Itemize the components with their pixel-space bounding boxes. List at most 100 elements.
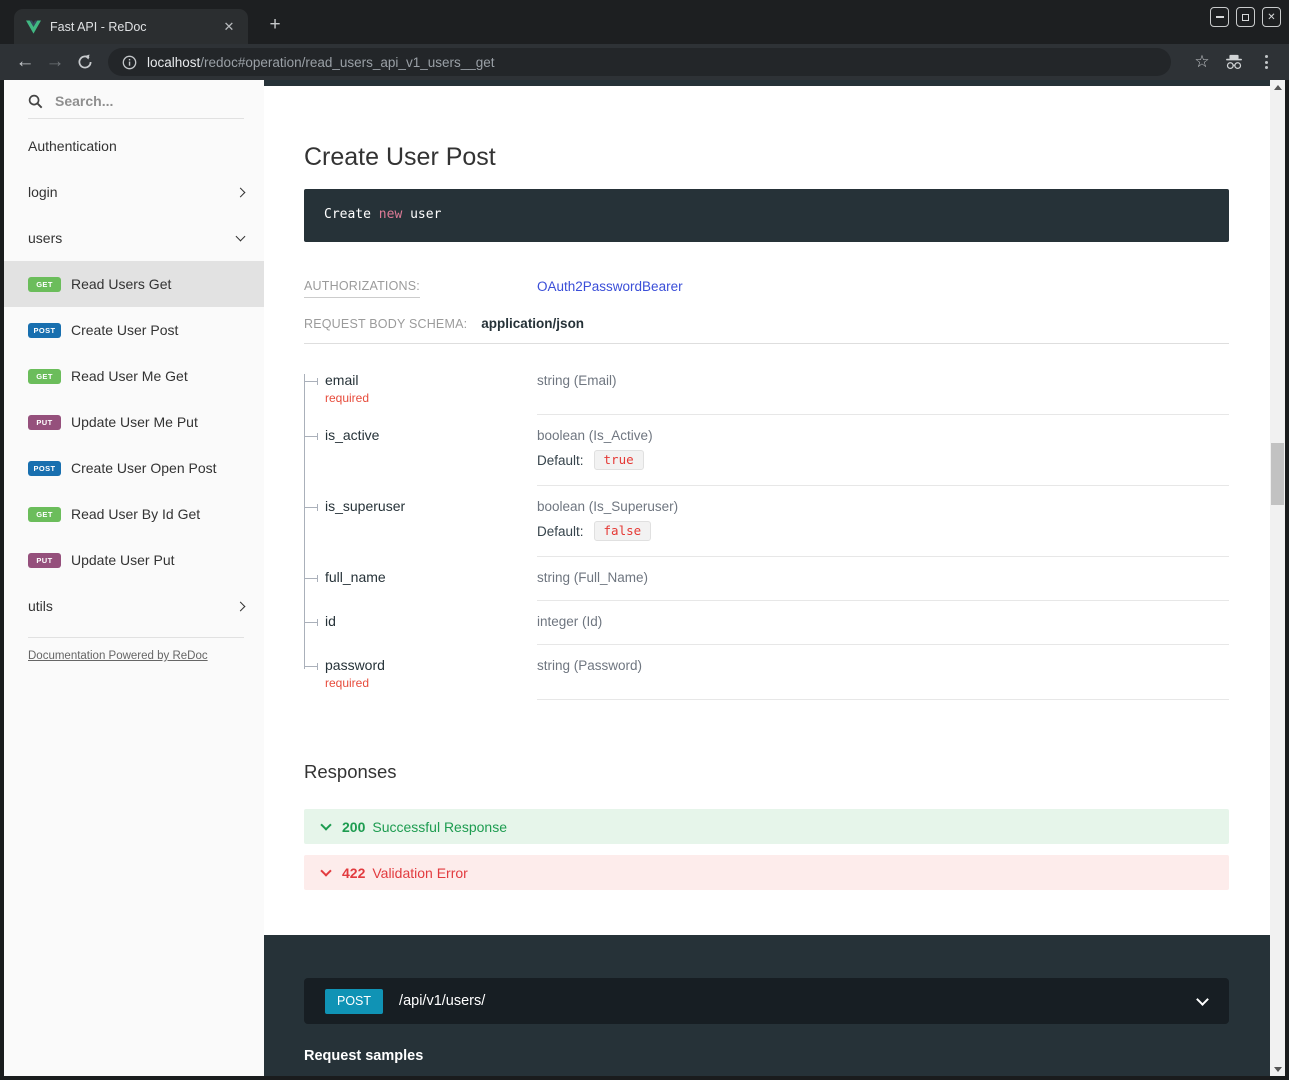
forward-button[interactable]: → — [40, 48, 70, 76]
sidebar-item-label: Create User Post — [71, 322, 244, 338]
default-label: Default: — [537, 524, 584, 539]
search-divider — [28, 118, 244, 119]
default-value: false — [594, 521, 652, 541]
back-button[interactable]: ← — [10, 48, 40, 76]
field-name: full_name — [325, 569, 527, 585]
put-method-badge: PUT — [28, 553, 61, 568]
schema-field-row: emailrequiredstring (Email) — [304, 360, 1229, 415]
schema-field-row: full_name string (Full_Name) — [304, 557, 1229, 601]
endpoint-dropdown[interactable]: POST /api/v1/users/ — [304, 978, 1229, 1024]
put-method-badge: PUT — [28, 415, 61, 430]
authorizations-label: AUTHORIZATIONS: — [304, 279, 537, 298]
content-type: application/json — [481, 316, 584, 331]
operation-title: Create User Post — [304, 143, 1229, 172]
request-body-row: REQUEST BODY SCHEMA: application/json — [304, 316, 1229, 344]
sidebar-item-utils[interactable]: utils — [4, 583, 264, 629]
field-type-cell: string (Email) — [537, 360, 1229, 415]
endpoint-path: /api/v1/users/ — [399, 993, 1198, 1009]
sidebar-item-update-user-put[interactable]: PUTUpdate User Put — [4, 537, 264, 583]
field-type-cell: boolean (Is_Superuser) Default: false — [537, 486, 1229, 557]
sidebar: Authenticationlogin users GETRead Users Ge… — [4, 80, 264, 1076]
sidebar-item-authentication[interactable]: Authentication — [4, 123, 264, 169]
description-keyword: new — [379, 207, 402, 222]
minimize-button[interactable] — [1210, 7, 1229, 27]
sidebar-item-read-user-me-get[interactable]: GETRead User Me Get — [4, 353, 264, 399]
field-type: string (Full_Name) — [537, 570, 1229, 585]
response-banner-200[interactable]: 200 Successful Response — [304, 809, 1229, 844]
site-info-icon[interactable] — [122, 55, 137, 70]
scrollbar-up-arrow[interactable] — [1270, 80, 1285, 94]
sidebar-item-users[interactable]: users — [4, 215, 264, 261]
sidebar-item-read-users-get[interactable]: GETRead Users Get — [4, 261, 264, 307]
operation-section: Create User Post Create new user AUTHORI… — [264, 143, 1270, 935]
field-type: string (Password) — [537, 658, 1229, 673]
browser-window: Fast API - ReDoc ✕ + ✕ ← → — [0, 0, 1289, 1080]
browser-tab[interactable]: Fast API - ReDoc ✕ — [14, 9, 248, 44]
field-type: integer (Id) — [537, 614, 1229, 629]
sidebar-footer-divider — [28, 637, 244, 638]
sidebar-item-label: Read Users Get — [71, 276, 244, 292]
field-type-cell: string (Password) — [537, 645, 1229, 700]
field-required-flag: required — [325, 391, 527, 405]
field-name-cell: is_superuser — [304, 486, 537, 557]
field-name: is_superuser — [325, 498, 527, 514]
field-type: string (Email) — [537, 373, 1229, 388]
schema-fields: emailrequiredstring (Email) is_activebool… — [304, 360, 1229, 700]
field-name-cell: id — [304, 601, 537, 645]
sidebar-item-label: Update User Me Put — [71, 414, 244, 430]
field-required-flag: required — [325, 676, 527, 690]
field-name: is_active — [325, 427, 527, 443]
sidebar-item-create-user-open-post[interactable]: POSTCreate User Open Post — [4, 445, 264, 491]
sidebar-item-login[interactable]: login — [4, 169, 264, 215]
sidebar-item-update-user-me-put[interactable]: PUT Update User Me Put — [4, 399, 264, 445]
field-type-cell: boolean (Is_Active)Default:true — [537, 415, 1229, 486]
chevron-down-icon — [320, 865, 331, 876]
previous-section-strip — [264, 80, 1270, 86]
field-name: password — [325, 657, 527, 673]
maximize-button[interactable] — [1236, 7, 1255, 27]
page-scrollbar[interactable] — [1270, 80, 1285, 1076]
response-banner-422[interactable]: 422Validation Error — [304, 855, 1229, 890]
chevron-down-icon — [1196, 993, 1209, 1006]
window-controls: ✕ — [1210, 7, 1281, 27]
bookmark-star-icon[interactable]: ☆ — [1189, 49, 1215, 75]
description-text: Create — [324, 207, 379, 222]
schema-field-row: is_superuser boolean (Is_Superuser) Defaul… — [304, 486, 1229, 557]
redoc-footer-link[interactable]: Documentation Powered by ReDoc — [28, 650, 240, 662]
oauth2-link[interactable]: OAuth2PasswordBearer — [537, 279, 683, 294]
schema-field-row: password required string (Password) — [304, 645, 1229, 700]
search-row — [4, 80, 264, 109]
tab-title: Fast API - ReDoc — [50, 20, 220, 34]
field-type: boolean (Is_Superuser) — [537, 499, 1229, 514]
sidebar-item-label: utils — [28, 598, 237, 614]
tab-close-icon[interactable]: ✕ — [220, 18, 238, 36]
page: Authenticationlogin users GETRead Users Ge… — [4, 80, 1285, 1076]
response-code: 200 — [342, 819, 365, 835]
default-label: Default: — [537, 453, 584, 468]
scrollbar-down-arrow[interactable] — [1270, 1062, 1285, 1076]
response-code: 422 — [342, 865, 365, 881]
menu-kebab-icon[interactable] — [1253, 49, 1279, 75]
sidebar-item-label: users — [28, 230, 237, 246]
field-name-cell: emailrequired — [304, 360, 537, 415]
search-input[interactable] — [55, 93, 225, 109]
close-button[interactable]: ✕ — [1262, 7, 1281, 27]
request-samples-title: Request samples — [304, 1048, 1229, 1064]
sidebar-nav: Authenticationlogin users GETRead Users Ge… — [4, 123, 264, 629]
url-path: /redoc#operation/read_users_api_v1_users… — [200, 55, 494, 70]
browser-toolbar: ← → localhost/redoc#operation/read_users… — [0, 44, 1289, 80]
field-type-cell: string (Full_Name) — [537, 557, 1229, 601]
responses-title: Responses — [304, 761, 1229, 783]
favicon-vue-icon — [26, 20, 41, 34]
chevron-right-icon — [236, 187, 246, 197]
sidebar-item-read-user-by-id-get[interactable]: GETRead User By Id Get — [4, 491, 264, 537]
response-label: Successful Response — [372, 819, 507, 835]
scrollbar-thumb[interactable] — [1271, 443, 1284, 505]
reload-button[interactable] — [70, 48, 100, 76]
new-tab-button[interactable]: + — [262, 14, 288, 36]
sidebar-item-label: Create User Open Post — [71, 460, 244, 476]
sidebar-item-create-user-post[interactable]: POSTCreate User Post — [4, 307, 264, 353]
default-value: true — [594, 450, 644, 470]
address-bar[interactable]: localhost/redoc#operation/read_users_api… — [108, 48, 1171, 76]
field-name: id — [325, 613, 527, 629]
